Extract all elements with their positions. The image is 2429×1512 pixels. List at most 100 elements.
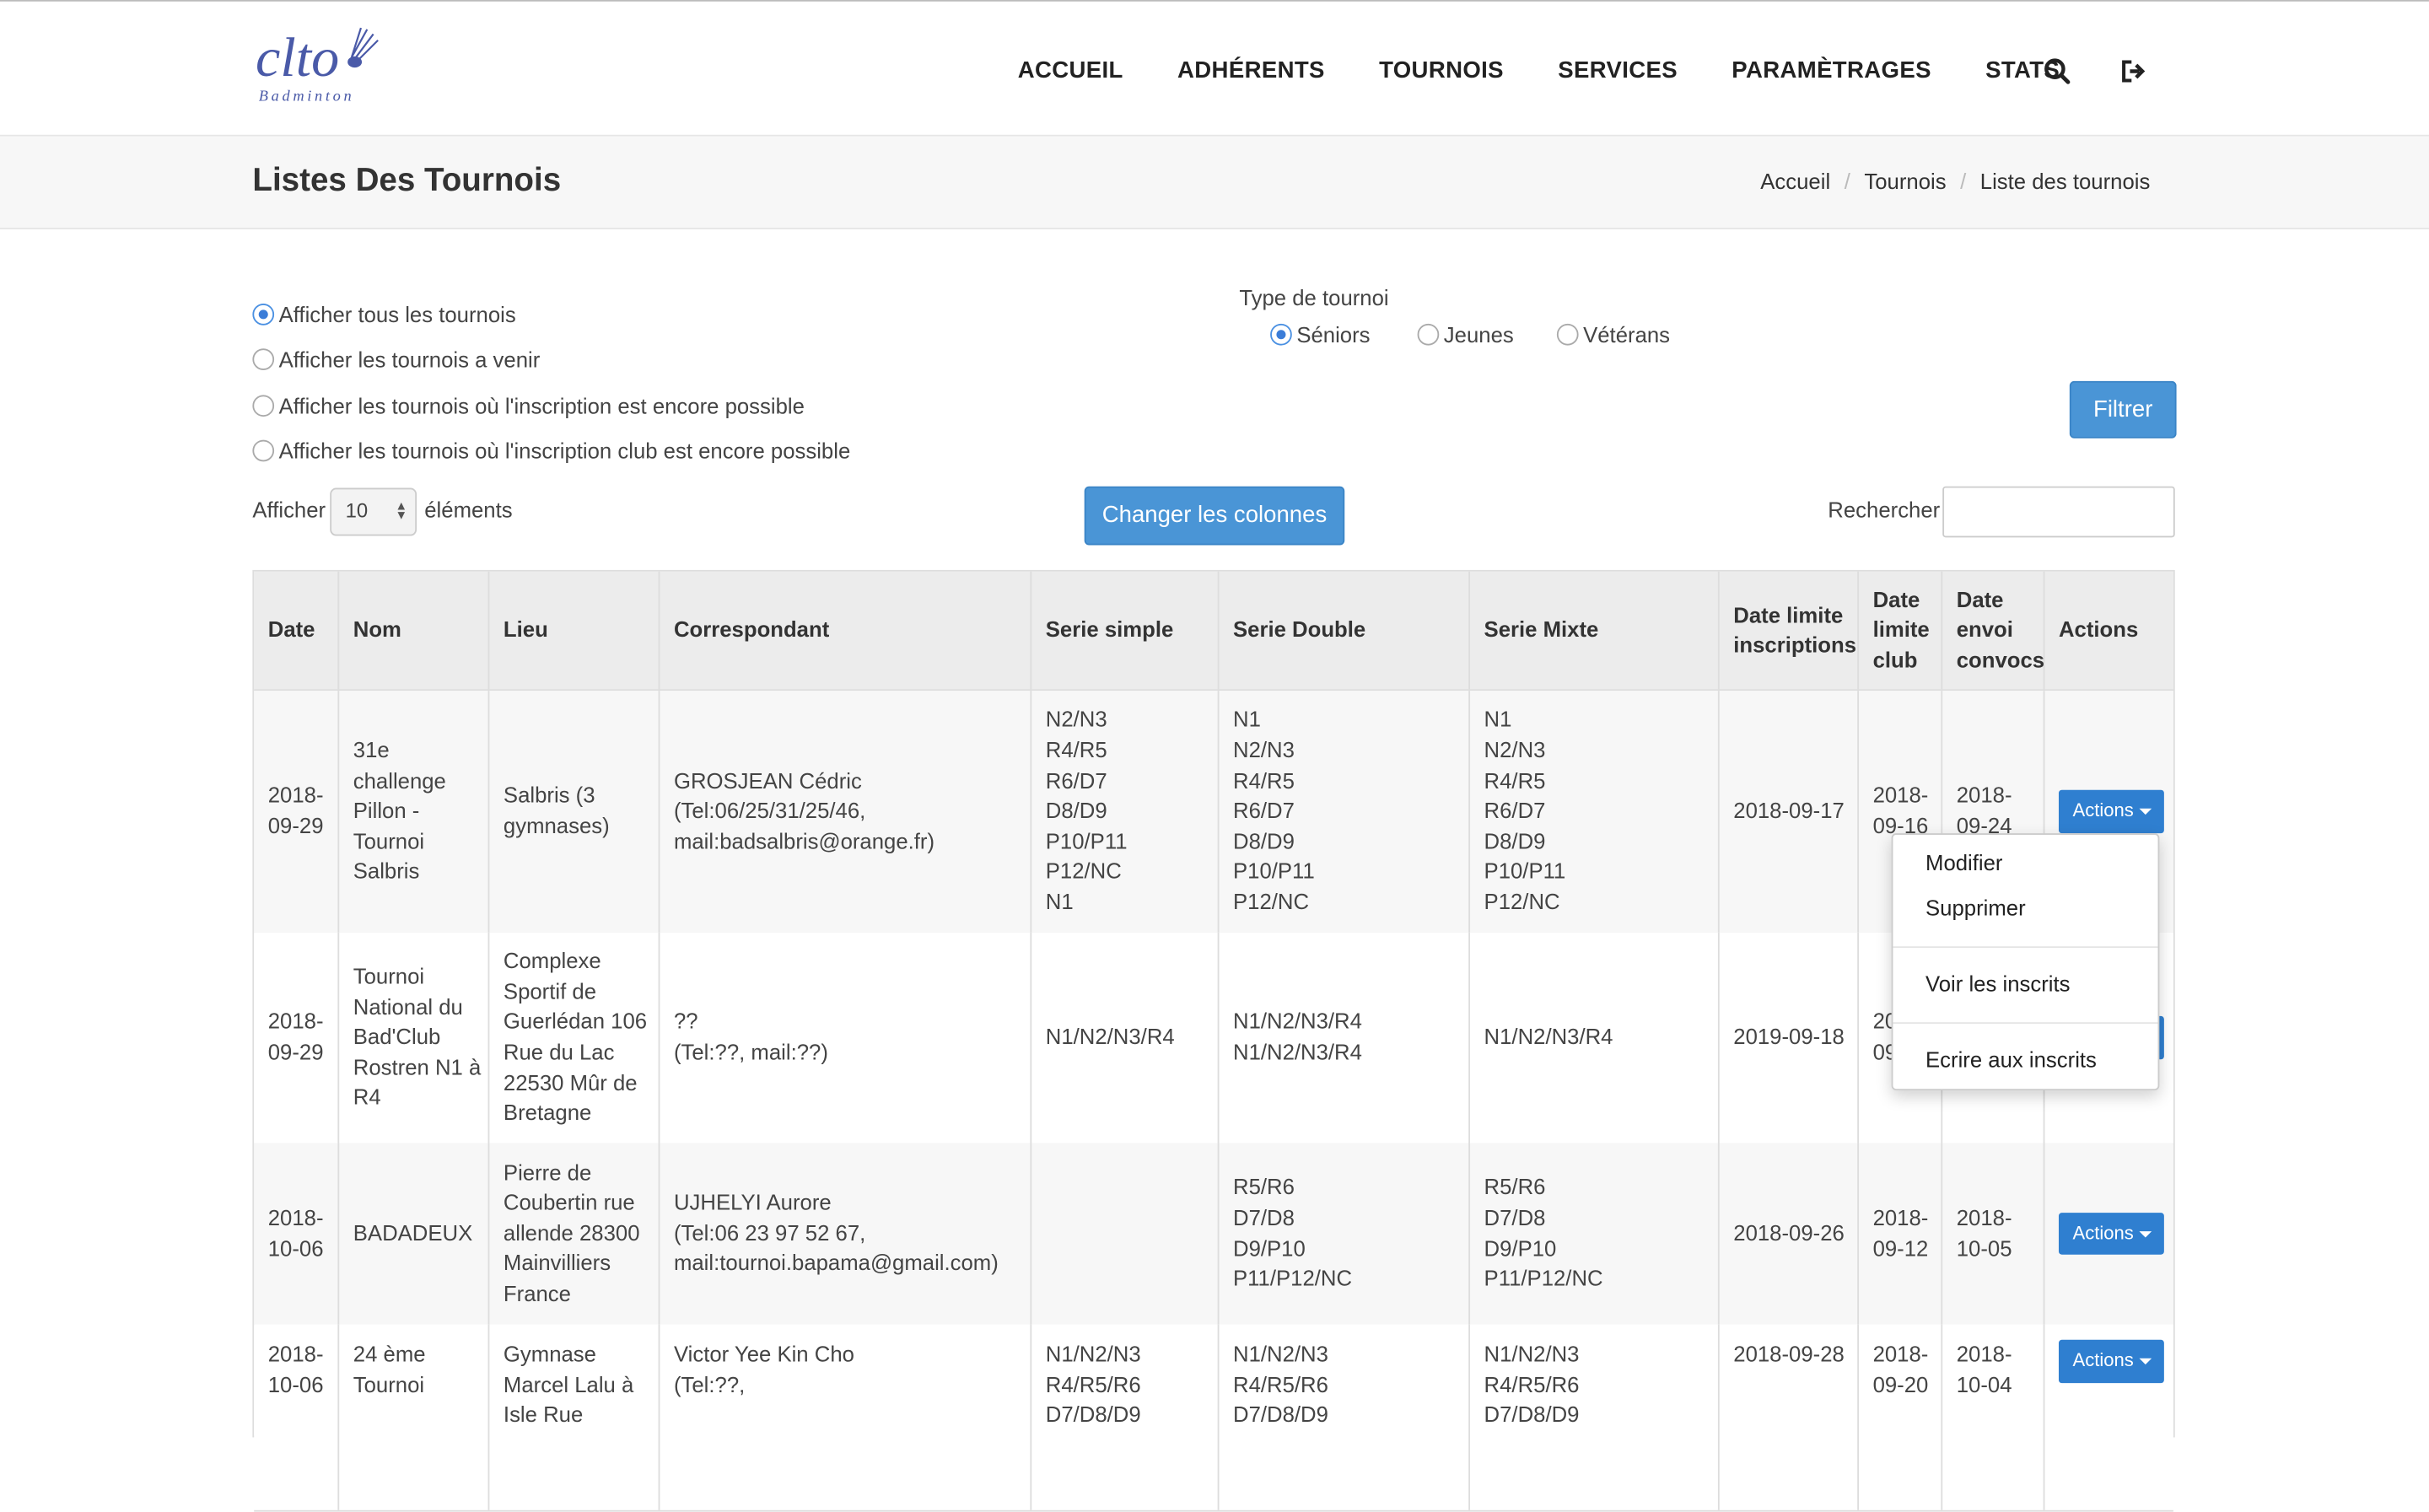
column-header-date-limite-inscriptions[interactable]: Date limite inscriptions <box>1720 571 1860 690</box>
table-header: Date Nom Lieu Correspondant Serie simple Seri… <box>254 571 2174 691</box>
cell-serie-double: N1/N2/N3 R4/R5/R6 D7/D8/D9 <box>1219 1324 1471 1510</box>
actions-button[interactable]: Actions <box>2058 1339 2165 1383</box>
type-veterans[interactable]: Vétérans <box>1556 322 1670 347</box>
filter-option-label: Afficher les tournois où l'inscription c… <box>278 438 851 464</box>
cell-date: 2018-09-29 <box>254 691 340 933</box>
filter-option-all[interactable]: Afficher tous les tournois <box>252 302 516 327</box>
nav-accueil[interactable]: ACCUEIL <box>1018 57 1123 83</box>
actions-button[interactable]: Actions <box>2058 790 2165 833</box>
nav-parametrages[interactable]: PARAMÈTRAGES <box>1732 57 1931 83</box>
column-header-actions[interactable]: Actions <box>2044 572 2174 690</box>
menu-item-supprimer[interactable]: Supprimer <box>1925 896 2026 920</box>
cell-actions: Actions <box>2044 1143 2174 1324</box>
radio-veterans[interactable] <box>1556 323 1579 346</box>
cell-lieu: Gymnase Marcel Lalu à Isle Rue <box>489 1324 660 1510</box>
cell-serie-mixte: N1/N2/N3 R4/R5/R6 D7/D8/D9 <box>1470 1324 1720 1510</box>
cell-date-limite-inscriptions: 2019-09-18 <box>1720 932 1860 1143</box>
menu-divider <box>1893 946 2158 949</box>
page-size-select[interactable]: 10 ▲ ▼ <box>330 487 417 536</box>
filter-option-club-registration-open[interactable]: Afficher les tournois où l'inscription c… <box>252 439 850 463</box>
cell-date-limite-inscriptions: 2018-09-17 <box>1720 691 1860 933</box>
type-label: Séniors <box>1296 322 1371 347</box>
actions-button[interactable]: Actions <box>2058 1212 2165 1256</box>
cell-serie-simple: N1/N2/N3 R4/R5/R6 D7/D8/D9 <box>1031 1324 1220 1510</box>
column-header-serie-double[interactable]: Serie Double <box>1219 571 1471 690</box>
actions-button-label: Actions <box>2072 799 2134 821</box>
cell-actions: Actions <box>2044 1324 2174 1509</box>
caret-down-icon <box>2140 808 2152 815</box>
cell-lieu: Salbris (3 gymnases) <box>489 691 660 933</box>
cell-correspondant: GROSJEAN Cédric (Tel:06/25/31/25/46, mai… <box>660 691 1032 933</box>
cell-date: 2018-09-29 <box>254 932 340 1143</box>
cell-date-limite-inscriptions: 2018-09-26 <box>1720 1143 1860 1325</box>
cell-serie-double: N1/N2/N3/R4 N1/N2/N3/R4 <box>1219 932 1471 1143</box>
search-input[interactable] <box>1942 486 2175 538</box>
cell-serie-simple: N1/N2/N3/R4 <box>1031 932 1220 1143</box>
radio-registration-open[interactable] <box>252 395 275 417</box>
column-header-serie-simple[interactable]: Serie simple <box>1031 571 1220 690</box>
column-header-serie-mixte[interactable]: Serie Mixte <box>1470 571 1720 690</box>
search-icon[interactable] <box>2044 57 2071 85</box>
cell-date-limite-club: 2018-09-12 <box>1859 1143 1943 1325</box>
cell-serie-simple: N2/N3 R4/R5 R6/D7 D8/D9 P10/P11 P12/NC N… <box>1031 691 1220 933</box>
club-logo[interactable]: clto Badminton <box>252 24 382 107</box>
caret-down-icon <box>2140 1358 2152 1364</box>
nav-tournois[interactable]: TOURNOIS <box>1379 57 1504 83</box>
cell-nom: 24 ème Tournoi <box>339 1324 490 1510</box>
column-header-correspondant[interactable]: Correspondant <box>660 571 1032 690</box>
breadcrumb-separator: / <box>1844 169 1850 194</box>
tournaments-table: Date Nom Lieu Correspondant Serie simple Seri… <box>252 569 2175 1512</box>
radio-jeunes[interactable] <box>1417 323 1440 346</box>
column-header-date-envoi-convocs[interactable]: Date envoi convocs <box>1942 571 2045 690</box>
cell-nom: BADADEUX <box>339 1143 490 1325</box>
page-title: Listes Des Tournois <box>252 162 562 199</box>
nav-adherents[interactable]: ADHÉRENTS <box>1177 57 1325 83</box>
filter-option-upcoming[interactable]: Afficher les tournois a venir <box>252 347 540 372</box>
actions-button-label: Actions <box>2072 1221 2134 1244</box>
page-size-value: 10 <box>345 498 369 522</box>
menu-item-voir-inscrits[interactable]: Voir les inscrits <box>1925 971 2070 996</box>
table-row: 2018-09-29 Tournoi National du Bad'Club R… <box>254 932 2173 1145</box>
nav-services[interactable]: SERVICES <box>1558 57 1678 83</box>
change-columns-button[interactable]: Changer les colonnes <box>1084 486 1345 546</box>
caret-down-icon <box>2140 1230 2152 1237</box>
cell-serie-mixte: N1 N2/N3 R4/R5 R6/D7 D8/D9 P10/P11 P12/N… <box>1470 691 1720 933</box>
radio-club-registration-open[interactable] <box>252 439 275 462</box>
logout-icon[interactable] <box>2120 57 2148 85</box>
cell-correspondant: Victor Yee Kin Cho (Tel:??, <box>660 1324 1032 1510</box>
cell-date-envoi-convocs: 2018-10-05 <box>1942 1143 2045 1325</box>
cell-lieu: Pierre de Coubertin rue allende 28300 Ma… <box>489 1143 660 1325</box>
cell-date-limite-club: 2018-09-20 <box>1859 1324 1943 1510</box>
column-header-lieu[interactable]: Lieu <box>489 571 660 690</box>
search-label: Rechercher : <box>1828 497 1952 522</box>
page-size-label: Afficher <box>252 497 326 522</box>
column-header-date[interactable]: Date <box>254 571 340 690</box>
breadcrumb-tournois[interactable]: Tournois <box>1864 169 1946 193</box>
column-header-date-limite-club[interactable]: Date limite club <box>1859 571 1943 690</box>
cell-correspondant: ?? (Tel:??, mail:??) <box>660 932 1032 1143</box>
filter-button[interactable]: Filtrer <box>2069 380 2177 439</box>
column-header-nom[interactable]: Nom <box>339 571 490 690</box>
logo-text: clto <box>256 27 339 89</box>
actions-dropdown-menu: Modifier Supprimer Voir les inscrits Ecr… <box>1891 833 2160 1091</box>
menu-item-modifier[interactable]: Modifier <box>1925 850 2002 874</box>
table-row: 2018-10-06 BADADEUX Pierre de Coubertin ru… <box>254 1143 2173 1326</box>
cell-correspondant: UJHELYI Aurore (Tel:06 23 97 52 67, mail… <box>660 1143 1032 1325</box>
radio-all[interactable] <box>252 303 275 326</box>
site-header: clto Badminton ACCUEIL ADHÉRENTS TOURNOI… <box>0 1 2429 137</box>
breadcrumb-accueil[interactable]: Accueil <box>1760 169 1830 193</box>
cell-nom: 31e challenge Pillon - Tournoi Salbris <box>339 691 490 933</box>
type-seniors[interactable]: Séniors <box>1270 322 1371 347</box>
type-jeunes[interactable]: Jeunes <box>1417 322 1514 347</box>
radio-upcoming[interactable] <box>252 348 275 370</box>
filter-option-registration-open[interactable]: Afficher les tournois où l'inscription e… <box>252 394 805 418</box>
menu-divider <box>1893 1022 2158 1025</box>
filter-option-label: Afficher tous les tournois <box>278 302 516 327</box>
menu-item-ecrire-inscrits[interactable]: Ecrire aux inscrits <box>1925 1047 2097 1072</box>
tournament-type-label: Type de tournoi <box>1239 284 1389 310</box>
breadcrumb-separator: / <box>1960 169 1967 194</box>
logo-subtitle: Badminton <box>259 87 355 104</box>
elements-label: éléments <box>424 497 513 522</box>
radio-seniors[interactable] <box>1270 323 1292 346</box>
main-nav: ACCUEIL ADHÉRENTS TOURNOIS SERVICES PARA… <box>1018 57 2114 83</box>
